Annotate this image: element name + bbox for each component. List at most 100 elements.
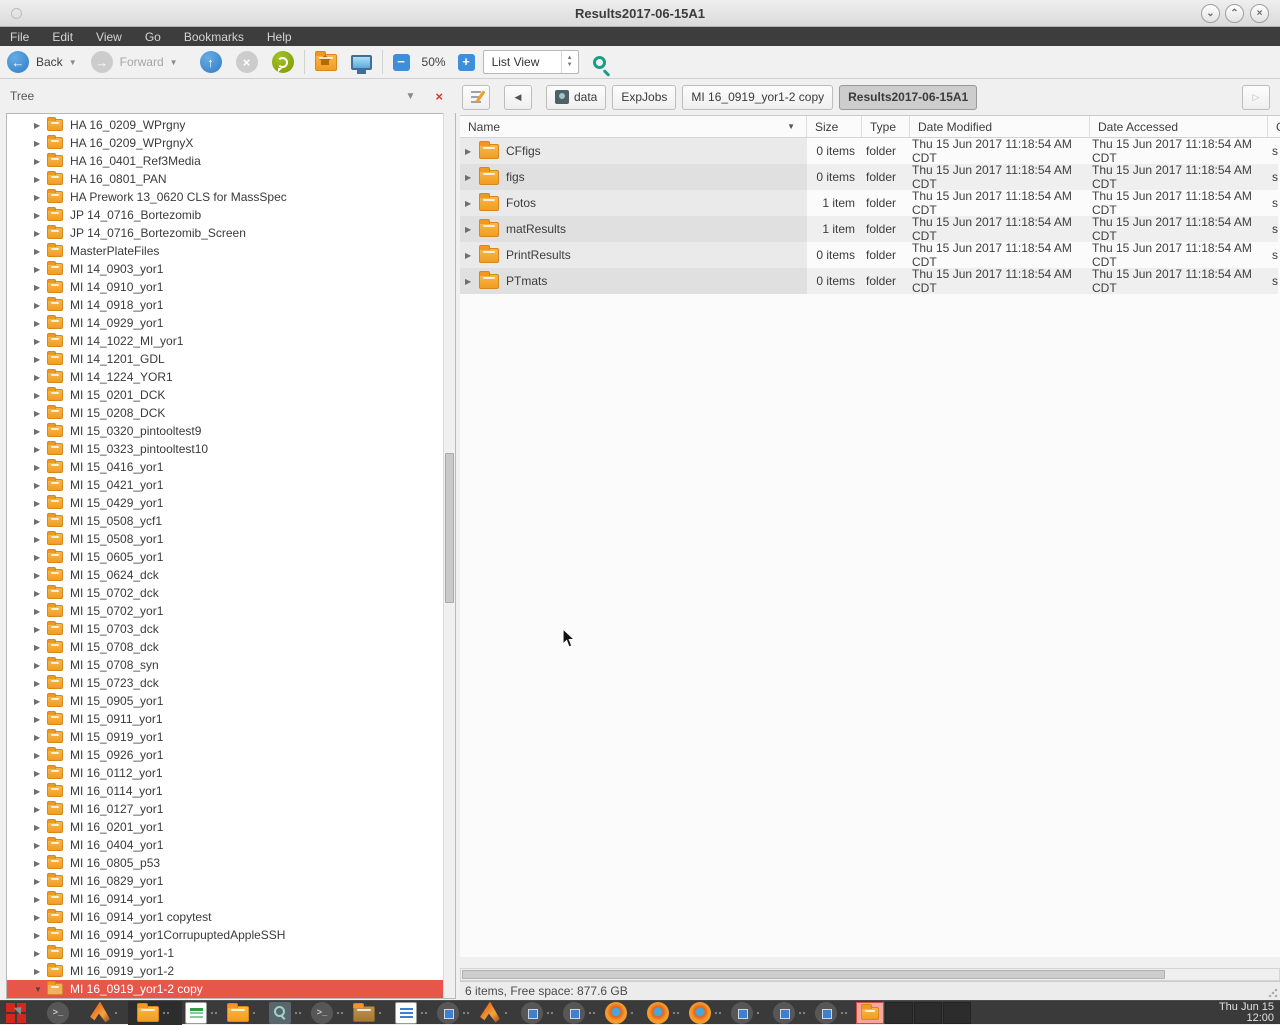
workspace-1[interactable]: [856, 1002, 884, 1024]
maximize-button[interactable]: ⌃: [1225, 4, 1244, 23]
table-row[interactable]: ▶matResults1 itemfolderThu 15 Jun 2017 1…: [460, 216, 1280, 242]
taskbar-item-matlab[interactable]: [476, 1001, 518, 1025]
expander-icon[interactable]: ▶: [34, 337, 47, 346]
expander-icon[interactable]: ▶: [34, 607, 47, 616]
tree-item[interactable]: ▶MI 15_0911_yor1: [7, 710, 455, 728]
tree-item[interactable]: ▼MI 16_0919_yor1-2 copy: [7, 980, 455, 998]
expander-icon[interactable]: ▶: [34, 823, 47, 832]
expander-icon[interactable]: ▶: [34, 229, 47, 238]
sort-descending-icon[interactable]: ▼: [787, 122, 795, 131]
horizontal-scrollbar[interactable]: [460, 968, 1280, 981]
tree-item[interactable]: ▶MI 16_0914_yor1 copytest: [7, 908, 455, 926]
tree-item[interactable]: ▶MI 15_0708_syn: [7, 656, 455, 674]
zoom-out-button[interactable]: −: [393, 54, 410, 71]
expander-icon[interactable]: ▶: [34, 193, 47, 202]
expander-icon[interactable]: ▶: [465, 147, 477, 156]
expander-icon[interactable]: ▶: [34, 913, 47, 922]
taskbar-item-firefox[interactable]: [602, 1001, 644, 1025]
expander-icon[interactable]: ▶: [34, 715, 47, 724]
tree-item[interactable]: ▶MI 16_0127_yor1: [7, 800, 455, 818]
forward-button[interactable]: →: [91, 51, 113, 73]
taskbar-item-folder[interactable]: [128, 1001, 182, 1025]
taskbar-item-launcher[interactable]: [2, 1001, 44, 1025]
tree-item[interactable]: ▶MI 15_0416_yor1: [7, 458, 455, 476]
expander-icon[interactable]: ▶: [34, 661, 47, 670]
tree-item[interactable]: ▶MasterPlateFiles: [7, 242, 455, 260]
tree-item[interactable]: ▶MI 14_1022_MI_yor1: [7, 332, 455, 350]
tree-item[interactable]: ▶MI 16_0404_yor1: [7, 836, 455, 854]
column-header-type[interactable]: Type: [862, 116, 910, 137]
tree-item[interactable]: ▶MI 15_0605_yor1: [7, 548, 455, 566]
tree-item[interactable]: ▶MI 16_0114_yor1: [7, 782, 455, 800]
taskbar-item-screen[interactable]: [518, 1001, 560, 1025]
breadcrumb-2[interactable]: MI 16_0919_yor1-2 copy: [682, 85, 833, 110]
taskbar-item-calc[interactable]: [182, 1001, 224, 1025]
expander-icon[interactable]: ▶: [34, 445, 47, 454]
tree-item[interactable]: ▶MI 15_0905_yor1: [7, 692, 455, 710]
expander-icon[interactable]: ▶: [465, 277, 477, 286]
expander-icon[interactable]: ▶: [34, 697, 47, 706]
taskbar-item-writer[interactable]: [392, 1001, 434, 1025]
desktop-button[interactable]: [351, 55, 372, 70]
tree-scrollbar-thumb[interactable]: [445, 453, 454, 603]
taskbar-item-folder[interactable]: [224, 1001, 266, 1025]
tree-item[interactable]: ▶JP 14_0716_Bortezomib_Screen: [7, 224, 455, 242]
tree-item[interactable]: ▶MI 15_0708_dck: [7, 638, 455, 656]
taskbar-item-screen[interactable]: [560, 1001, 602, 1025]
workspace-2[interactable]: [885, 1002, 913, 1024]
expander-icon[interactable]: ▶: [34, 787, 47, 796]
tree-item[interactable]: ▶MI 16_0201_yor1: [7, 818, 455, 836]
tree-item[interactable]: ▶MI 16_0919_yor1-2: [7, 962, 455, 980]
tree-item[interactable]: ▶MI 16_0829_yor1: [7, 872, 455, 890]
tree-item[interactable]: ▶MI 15_0919_yor1: [7, 728, 455, 746]
table-row[interactable]: ▶CFfigs0 itemsfolderThu 15 Jun 2017 11:1…: [460, 138, 1280, 164]
taskbar-item-terminal[interactable]: >_: [44, 1001, 86, 1025]
view-mode-select[interactable]: List View ▲▼: [483, 50, 579, 74]
workspace-3[interactable]: [914, 1002, 942, 1024]
close-button[interactable]: ×: [1250, 4, 1269, 23]
expander-icon[interactable]: ▶: [34, 139, 47, 148]
menu-help[interactable]: Help: [267, 30, 292, 44]
expander-icon[interactable]: ▶: [34, 391, 47, 400]
expander-icon[interactable]: ▼: [34, 985, 47, 994]
breadcrumb-1[interactable]: ExpJobs: [612, 85, 676, 110]
zoom-in-button[interactable]: +: [458, 54, 475, 71]
table-row[interactable]: ▶PTmats0 itemsfolderThu 15 Jun 2017 11:1…: [460, 268, 1280, 294]
resize-grip[interactable]: [1268, 988, 1278, 998]
tree-panel-dropdown-icon[interactable]: ▼: [406, 91, 416, 102]
tree-item[interactable]: ▶MI 16_0919_yor1-1: [7, 944, 455, 962]
expander-icon[interactable]: ▶: [34, 679, 47, 688]
expander-icon[interactable]: ▶: [34, 355, 47, 364]
menu-view[interactable]: View: [96, 30, 122, 44]
expander-icon[interactable]: ▶: [34, 481, 47, 490]
tree-item[interactable]: ▶JP 14_0716_Bortezomib: [7, 206, 455, 224]
expander-icon[interactable]: ▶: [34, 967, 47, 976]
taskbar-item-screen[interactable]: [434, 1001, 476, 1025]
expander-icon[interactable]: ▶: [34, 769, 47, 778]
taskbar-item-screen[interactable]: [728, 1001, 770, 1025]
expander-icon[interactable]: ▶: [34, 895, 47, 904]
tree-item[interactable]: ▶MI 15_0624_dck: [7, 566, 455, 584]
taskbar-item-firefox[interactable]: [686, 1001, 728, 1025]
edit-path-button[interactable]: [462, 85, 490, 110]
forward-label[interactable]: Forward: [120, 55, 164, 69]
tree-item[interactable]: ▶HA 16_0401_Ref3Media: [7, 152, 455, 170]
workspace-4[interactable]: [943, 1002, 971, 1024]
column-header-date-accessed[interactable]: Date Accessed: [1090, 116, 1268, 137]
expander-icon[interactable]: ▶: [34, 751, 47, 760]
tree-item[interactable]: ▶MI 15_0702_dck: [7, 584, 455, 602]
tree-item[interactable]: ▶MI 15_0421_yor1: [7, 476, 455, 494]
tree-item[interactable]: ▶MI 14_1201_GDL: [7, 350, 455, 368]
expander-icon[interactable]: ▶: [34, 733, 47, 742]
expander-icon[interactable]: ▶: [465, 199, 477, 208]
up-button[interactable]: ↑: [200, 51, 222, 73]
taskbar-item-folder-brown[interactable]: [350, 1001, 392, 1025]
view-mode-spinner[interactable]: ▲▼: [561, 51, 578, 73]
tree-item[interactable]: ▶MI 14_0910_yor1: [7, 278, 455, 296]
expander-icon[interactable]: ▶: [34, 247, 47, 256]
tree-item[interactable]: ▶MI 14_0903_yor1: [7, 260, 455, 278]
tree-item[interactable]: ▶MI 16_0914_yor1: [7, 890, 455, 908]
expander-icon[interactable]: ▶: [34, 589, 47, 598]
expander-icon[interactable]: ▶: [34, 463, 47, 472]
expander-icon[interactable]: ▶: [34, 949, 47, 958]
